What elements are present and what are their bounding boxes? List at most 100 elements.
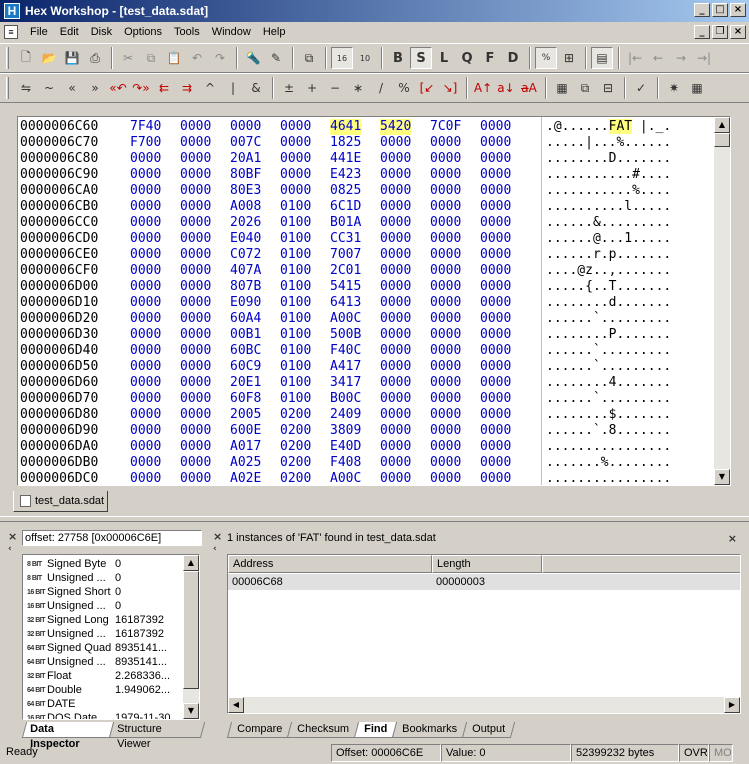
ascii-column[interactable]: ........$....... <box>546 407 671 423</box>
hex-word[interactable]: 0000 <box>480 151 511 167</box>
hex-row[interactable]: 0000006C80 0000 0000 20A1 0000 441E 0000 0000 00… <box>18 151 718 167</box>
lowercase-icon[interactable]: a↓ <box>495 77 517 99</box>
hex-word[interactable]: 0000 <box>180 343 211 359</box>
hex-word[interactable]: 0000 <box>380 455 411 471</box>
list-item[interactable]: 64 BIT DATE <box>23 697 185 711</box>
hex-word[interactable]: 0100 <box>280 343 311 359</box>
hex-word[interactable]: 0000 <box>180 311 211 327</box>
panel-collapse-icon[interactable]: ‹ <box>213 544 217 554</box>
hex-word[interactable]: A417 <box>330 359 361 375</box>
document-tab[interactable]: test_data.sdat <box>13 491 108 512</box>
hex-row[interactable]: 0000006D10 0000 0000 E090 0100 6413 0000 0000 00… <box>18 295 718 311</box>
ascii-column[interactable]: ...........%.... <box>546 183 671 199</box>
hex-word[interactable]: 6C1D <box>330 199 361 215</box>
percent-icon[interactable]: % <box>535 47 557 69</box>
hex-word[interactable]: CC31 <box>330 231 361 247</box>
hex-word[interactable]: 0000 <box>380 151 411 167</box>
hex-word[interactable]: E40D <box>330 439 361 455</box>
hex-word[interactable]: 0825 <box>330 183 361 199</box>
settings-gear-icon[interactable]: ✷ <box>663 77 685 99</box>
hex-word[interactable]: 0000 <box>380 327 411 343</box>
hex-word[interactable]: 1825 <box>330 135 361 151</box>
pane-splitter[interactable] <box>0 516 749 522</box>
menu-file[interactable]: File <box>24 26 54 38</box>
scroll-down-arrow-icon[interactable]: ▼ <box>183 703 199 719</box>
hex-word[interactable]: 4641 <box>330 119 362 135</box>
tab-output[interactable]: Output <box>462 722 516 738</box>
hex-word[interactable]: 0000 <box>380 183 411 199</box>
ascii-column[interactable]: ........P....... <box>546 327 671 343</box>
goto-first-icon[interactable]: |← <box>624 47 646 69</box>
ascii-column[interactable]: ....@z..,....... <box>546 263 671 279</box>
panel-close-icon[interactable]: × <box>213 530 222 543</box>
maximize-button[interactable]: □ <box>712 3 728 17</box>
scroll-thumb[interactable] <box>183 571 199 689</box>
hex-word[interactable]: 0000 <box>180 295 211 311</box>
hex-word[interactable]: 0000 <box>280 151 311 167</box>
scroll-left-arrow-icon[interactable]: ◀ <box>228 697 244 713</box>
hex-word[interactable]: 0000 <box>130 423 161 439</box>
hex-word[interactable]: 0000 <box>430 295 461 311</box>
find-horizontal-scrollbar[interactable]: ◀ ▶ <box>228 697 740 713</box>
inspector-list[interactable]: 8 BIT Signed Byte 0 8 BIT Unsigned ... 0 16 BI… <box>22 554 200 720</box>
hex-word[interactable]: 80E3 <box>230 183 261 199</box>
hex-word[interactable]: 0000 <box>130 279 161 295</box>
hex-word[interactable]: 0000 <box>480 215 511 231</box>
structure-icon[interactable]: ▦ <box>551 77 573 99</box>
hex-word[interactable]: 0000 <box>430 327 461 343</box>
menu-tools[interactable]: Tools <box>168 26 206 38</box>
shift-right-icon[interactable]: » <box>84 77 106 99</box>
hex-word[interactable]: 0100 <box>280 295 311 311</box>
tab-find[interactable]: Find <box>354 722 398 738</box>
not-icon[interactable]: ~ <box>38 77 60 99</box>
hex-word[interactable]: 0000 <box>130 231 161 247</box>
hex-word[interactable]: E090 <box>230 295 261 311</box>
hex-word[interactable]: 0000 <box>130 343 161 359</box>
menu-window[interactable]: Window <box>206 26 257 38</box>
short-mode-button[interactable]: S <box>410 47 432 69</box>
hex-word[interactable]: F40C <box>330 343 361 359</box>
hex-word[interactable]: 807B <box>230 279 261 295</box>
invert-case-icon[interactable]: a̶A <box>518 77 540 99</box>
plus-icon[interactable]: + <box>301 77 323 99</box>
hex-word[interactable]: 0000 <box>130 263 161 279</box>
hex-row[interactable]: 0000006D20 0000 0000 60A4 0100 A00C 0000 0000 00… <box>18 311 718 327</box>
find-results-grid[interactable]: Address Length 00006C68 00000003 ◀ ▶ <box>227 554 741 714</box>
hex-row[interactable]: 0000006D90 0000 0000 600E 0200 3809 0000 0000 00… <box>18 423 718 439</box>
hex-word[interactable]: 0000 <box>180 327 211 343</box>
hex-row[interactable]: 0000006D50 0000 0000 60C9 0100 A417 0000 0000 00… <box>18 359 718 375</box>
list-item[interactable]: 16 BIT Unsigned ... 0 <box>23 599 185 613</box>
menu-help[interactable]: Help <box>257 26 292 38</box>
hex-row[interactable]: 0000006D40 0000 0000 60BC 0100 F40C 0000 0000 00… <box>18 343 718 359</box>
hex-word[interactable]: 0000 <box>480 183 511 199</box>
hex-word[interactable]: 0100 <box>280 311 311 327</box>
save-icon[interactable]: 💾 <box>61 47 83 69</box>
hex-word[interactable]: 0000 <box>130 327 161 343</box>
hex-word[interactable]: 60BC <box>230 343 261 359</box>
hex-word[interactable]: 0000 <box>480 231 511 247</box>
hex-word[interactable]: E423 <box>330 167 361 183</box>
hex-editor[interactable]: 0000006C60 7F40 0000 0000 0000 4641 5420 7C0F 00… <box>17 116 731 486</box>
ascii-column[interactable]: ........D....... <box>546 151 671 167</box>
mdi-close-button[interactable]: × <box>730 25 746 39</box>
hex-word[interactable]: 0100 <box>280 231 311 247</box>
hex-word[interactable]: 0000 <box>180 263 211 279</box>
hex-word[interactable]: 0000 <box>380 215 411 231</box>
hex-word[interactable]: 0000 <box>430 375 461 391</box>
hex-word[interactable]: 0200 <box>280 471 311 485</box>
hex-word[interactable]: 5415 <box>330 279 361 295</box>
hex-word[interactable]: 0100 <box>280 263 311 279</box>
hex-word[interactable]: 0000 <box>430 311 461 327</box>
scroll-right-arrow-icon[interactable]: ▶ <box>724 697 740 713</box>
hex-word[interactable]: 0000 <box>130 455 161 471</box>
scroll-down-arrow-icon[interactable]: ▼ <box>714 469 730 485</box>
hex-word[interactable]: 0000 <box>430 471 461 485</box>
base16-icon[interactable]: 16 <box>331 47 353 69</box>
hex-word[interactable]: 0000 <box>480 455 511 471</box>
tab-bookmarks[interactable]: Bookmarks <box>392 722 468 738</box>
hex-word[interactable]: 3809 <box>330 423 361 439</box>
open-folder-icon[interactable]: 📂 <box>38 47 60 69</box>
hex-word[interactable]: 0000 <box>430 343 461 359</box>
list-item[interactable]: 64 BIT Unsigned ... 8935141... <box>23 655 185 669</box>
hex-word[interactable]: 0000 <box>180 231 211 247</box>
